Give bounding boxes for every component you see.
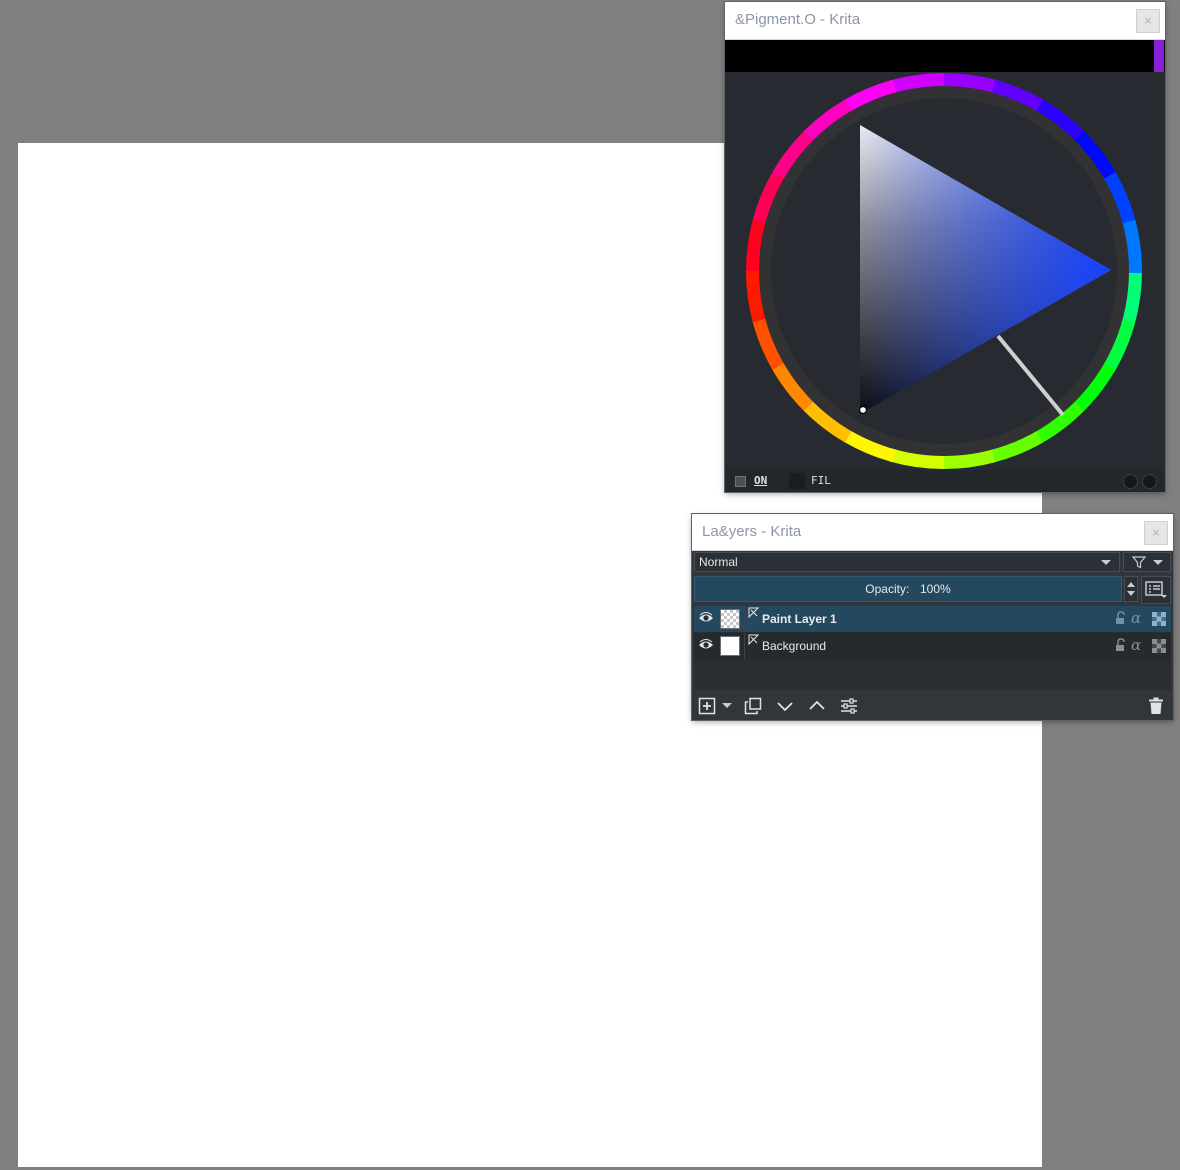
add-layer-icon[interactable] — [698, 697, 716, 715]
layer-properties-icon[interactable] — [840, 697, 858, 715]
fil-label: FIL — [811, 474, 831, 487]
blend-mode-select[interactable]: Normal — [694, 552, 1120, 572]
layer-list[interactable]: Paint Layer 1 α Background α — [694, 606, 1171, 690]
on-label: ON — [754, 474, 768, 487]
paint-layer-type-icon — [748, 607, 760, 619]
inherit-alpha-icon[interactable] — [1151, 611, 1167, 627]
delete-layer-icon[interactable] — [1148, 697, 1164, 715]
opacity-value: 100% — [920, 582, 951, 596]
separator — [744, 606, 745, 632]
fil-swatch[interactable] — [789, 473, 805, 489]
previous-color-swatch[interactable] — [1154, 40, 1164, 72]
pigment-title: &Pigment.O - Krita — [735, 11, 861, 28]
layers-docker: La&yers - Krita × Normal Opacity: 100% P… — [692, 514, 1173, 720]
list-options-icon — [1145, 581, 1167, 598]
duplicate-layer-icon[interactable] — [744, 697, 762, 715]
opacity-spinner[interactable] — [1124, 576, 1138, 602]
color-selector-panel — [725, 72, 1165, 470]
foreground-dot-icon[interactable] — [1123, 474, 1138, 489]
pigment-titlebar[interactable]: &Pigment.O - Krita × — [725, 2, 1165, 40]
color-preview-bar[interactable] — [725, 40, 1165, 72]
on-checkbox[interactable] — [735, 476, 746, 487]
layers-title: La&yers - Krita — [702, 523, 802, 540]
filter-icon — [1131, 556, 1163, 569]
layer-options-button[interactable] — [1141, 576, 1171, 604]
background-dot-icon[interactable] — [1142, 474, 1157, 489]
layer-name[interactable]: Paint Layer 1 — [762, 612, 837, 626]
layers-close-button[interactable]: × — [1144, 521, 1168, 545]
eye-icon[interactable] — [698, 611, 714, 625]
inherit-alpha-icon[interactable] — [1151, 638, 1167, 654]
layer-thumbnail — [720, 609, 740, 629]
spin-arrows-icon — [1127, 582, 1135, 596]
separator — [744, 633, 745, 659]
svg-text:α: α — [1131, 638, 1141, 652]
pigment-o-docker: &Pigment.O - Krita × ON FIL — [725, 2, 1165, 492]
opacity-slider[interactable]: Opacity: 100% — [694, 576, 1122, 602]
layer-thumbnail — [720, 636, 740, 656]
move-down-icon[interactable] — [776, 697, 794, 715]
alpha-lock-icon[interactable]: α — [1130, 638, 1146, 652]
paint-layer-type-icon — [748, 634, 760, 646]
layers-toolbar — [692, 690, 1173, 720]
chevron-down-icon — [1101, 560, 1111, 565]
blend-mode-row: Normal — [694, 552, 1171, 574]
layer-row-paint-layer-1[interactable]: Paint Layer 1 α — [694, 606, 1171, 632]
svg-text:α: α — [1131, 611, 1141, 625]
layer-property-icons: α — [1111, 633, 1171, 659]
lock-icon[interactable] — [1114, 611, 1126, 625]
pigment-footer: ON FIL — [725, 470, 1165, 492]
blend-mode-value: Normal — [699, 555, 738, 569]
alpha-lock-icon[interactable]: α — [1130, 611, 1146, 625]
filter-button[interactable] — [1123, 552, 1171, 572]
move-up-icon[interactable] — [808, 697, 826, 715]
layer-name[interactable]: Background — [762, 639, 826, 653]
layer-row-background[interactable]: Background α — [694, 633, 1171, 659]
eye-icon[interactable] — [698, 638, 714, 652]
layers-titlebar[interactable]: La&yers - Krita × — [692, 514, 1173, 551]
color-wheel-svg[interactable] — [725, 72, 1165, 470]
opacity-label: Opacity: — [865, 582, 910, 596]
color-picker-cursor[interactable] — [858, 405, 868, 415]
chevron-down-icon[interactable] — [722, 702, 732, 710]
lock-icon[interactable] — [1114, 638, 1126, 652]
opacity-row: Opacity: 100% — [694, 576, 1171, 604]
layer-property-icons: α — [1111, 606, 1171, 632]
pigment-close-button[interactable]: × — [1136, 9, 1160, 33]
